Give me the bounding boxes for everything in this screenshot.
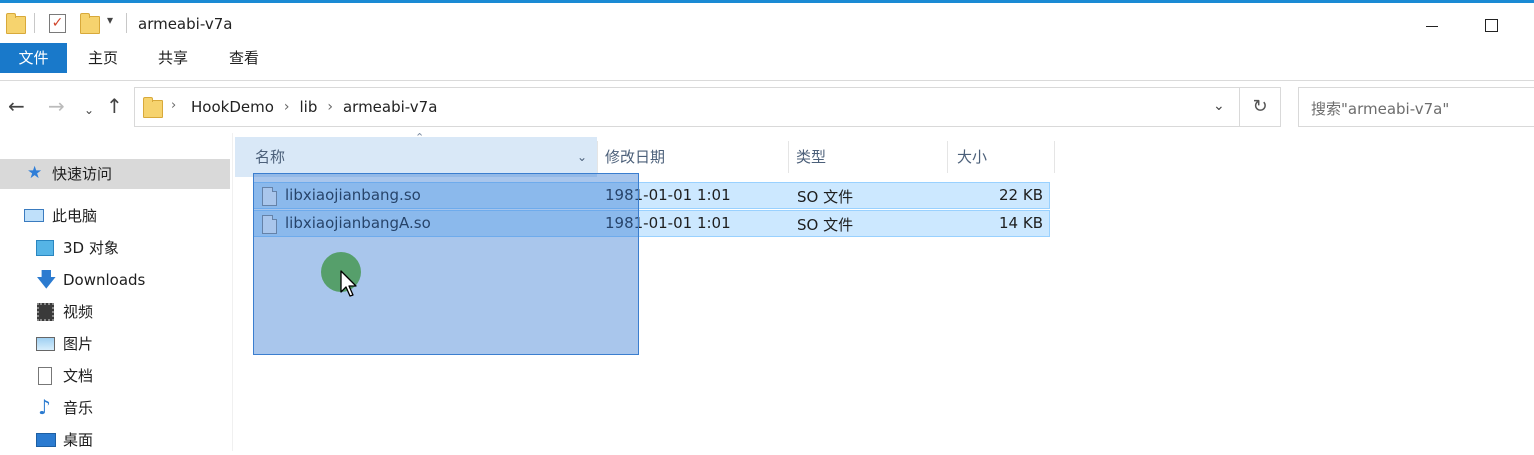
chevron-right-icon[interactable]: › — [284, 99, 290, 115]
sidebar-item-label: 3D 对象 — [63, 239, 119, 257]
picture-icon — [36, 337, 55, 351]
navigation-bar: ← → ⌄ ↑ › HookDemo › lib › armeabi-v7a ⌄ ↻ 搜… — [0, 81, 1534, 133]
address-bar[interactable]: › HookDemo › lib › armeabi-v7a ⌄ — [134, 87, 1240, 127]
breadcrumb: HookDemo › lib › armeabi-v7a — [191, 97, 437, 116]
forward-arrow-icon[interactable]: → — [48, 96, 65, 116]
sidebar-item-label: 图片 — [63, 335, 94, 353]
desktop-icon — [36, 433, 56, 447]
sidebar-item-pictures[interactable]: 图片 — [0, 329, 230, 359]
minimize-button[interactable] — [1420, 11, 1450, 39]
document-icon — [38, 367, 52, 385]
breadcrumb-item-lib[interactable]: lib — [300, 98, 318, 116]
folder-icon — [6, 13, 26, 34]
chevron-right-icon[interactable]: › — [171, 98, 176, 113]
sidebar-item-this-pc[interactable]: 此电脑 — [0, 201, 230, 231]
file-type: SO 文件 — [797, 188, 854, 206]
sidebar-item-label: 视频 — [63, 303, 94, 321]
tab-home[interactable]: 主页 — [82, 43, 124, 73]
file-size: 22 KB — [999, 186, 1043, 204]
refresh-button[interactable]: ↻ — [1240, 87, 1281, 127]
navigation-pane: ★ 快速访问 此电脑 3D 对象 🡇 Downloads 视频 图片 文档 ♪ … — [0, 133, 233, 451]
sidebar-item-label: 音乐 — [63, 399, 94, 417]
chevron-down-icon[interactable]: ⌄ — [577, 137, 587, 177]
up-arrow-icon[interactable]: ↑ — [106, 96, 123, 116]
ribbon-tabs: 文件 主页 共享 查看 — [0, 43, 1534, 81]
file-type: SO 文件 — [797, 216, 854, 234]
column-divider[interactable] — [947, 141, 948, 173]
sidebar-item-quick-access[interactable]: ★ 快速访问 — [0, 159, 230, 189]
divider — [126, 13, 127, 33]
column-header-date[interactable]: 修改日期 — [605, 137, 665, 177]
chevron-right-icon[interactable]: › — [327, 99, 333, 115]
window-title: armeabi-v7a — [138, 15, 233, 33]
divider — [34, 13, 35, 33]
back-arrow-icon[interactable]: ← — [8, 96, 25, 116]
file-size: 14 KB — [999, 214, 1043, 232]
download-arrow-icon: 🡇 — [36, 267, 57, 291]
breadcrumb-item-hookdemo[interactable]: HookDemo — [191, 98, 274, 116]
breadcrumb-item-armeabi[interactable]: armeabi-v7a — [343, 98, 437, 116]
mouse-cursor-icon — [340, 270, 357, 297]
film-icon — [37, 303, 54, 321]
column-header-type[interactable]: 类型 — [796, 137, 826, 177]
customize-quick-access-dropdown-icon[interactable]: ▾ — [107, 13, 113, 27]
cube-icon — [36, 240, 54, 256]
title-bar: ✓ ▾ armeabi-v7a — [0, 3, 1534, 43]
column-header-size[interactable]: 大小 — [957, 137, 987, 177]
sidebar-item-label: Downloads — [63, 271, 146, 289]
sidebar-item-3d-objects[interactable]: 3D 对象 — [0, 233, 230, 263]
sidebar-item-documents[interactable]: 文档 — [0, 361, 230, 391]
sidebar-item-music[interactable]: ♪ 音乐 — [0, 393, 230, 423]
sidebar-item-downloads[interactable]: 🡇 Downloads — [0, 265, 230, 295]
column-divider[interactable] — [597, 141, 598, 173]
column-divider[interactable] — [1054, 141, 1055, 173]
music-note-icon: ♪ — [38, 395, 51, 419]
column-divider[interactable] — [788, 141, 789, 173]
recent-locations-chevron-icon[interactable]: ⌄ — [84, 100, 94, 120]
star-icon: ★ — [27, 163, 43, 183]
maximize-button[interactable] — [1476, 11, 1506, 39]
sidebar-item-label: 快速访问 — [52, 165, 113, 183]
selection-marquee — [253, 173, 639, 355]
tab-view[interactable]: 查看 — [223, 43, 265, 73]
sidebar-item-label: 此电脑 — [52, 207, 98, 225]
sidebar-item-videos[interactable]: 视频 — [0, 297, 230, 327]
chevron-down-icon[interactable]: ⌄ — [1213, 98, 1225, 114]
tab-file[interactable]: 文件 — [0, 43, 67, 73]
sort-ascending-icon: ⌃ — [415, 131, 425, 144]
new-folder-icon[interactable] — [80, 13, 100, 34]
tab-share[interactable]: 共享 — [152, 43, 194, 73]
properties-check-icon[interactable]: ✓ — [49, 14, 66, 33]
computer-icon — [24, 209, 44, 222]
folder-icon — [143, 97, 163, 118]
search-input[interactable]: 搜索"armeabi-v7a" — [1298, 87, 1534, 127]
sidebar-item-label: 文档 — [63, 367, 94, 385]
search-placeholder: 搜索"armeabi-v7a" — [1311, 100, 1450, 118]
